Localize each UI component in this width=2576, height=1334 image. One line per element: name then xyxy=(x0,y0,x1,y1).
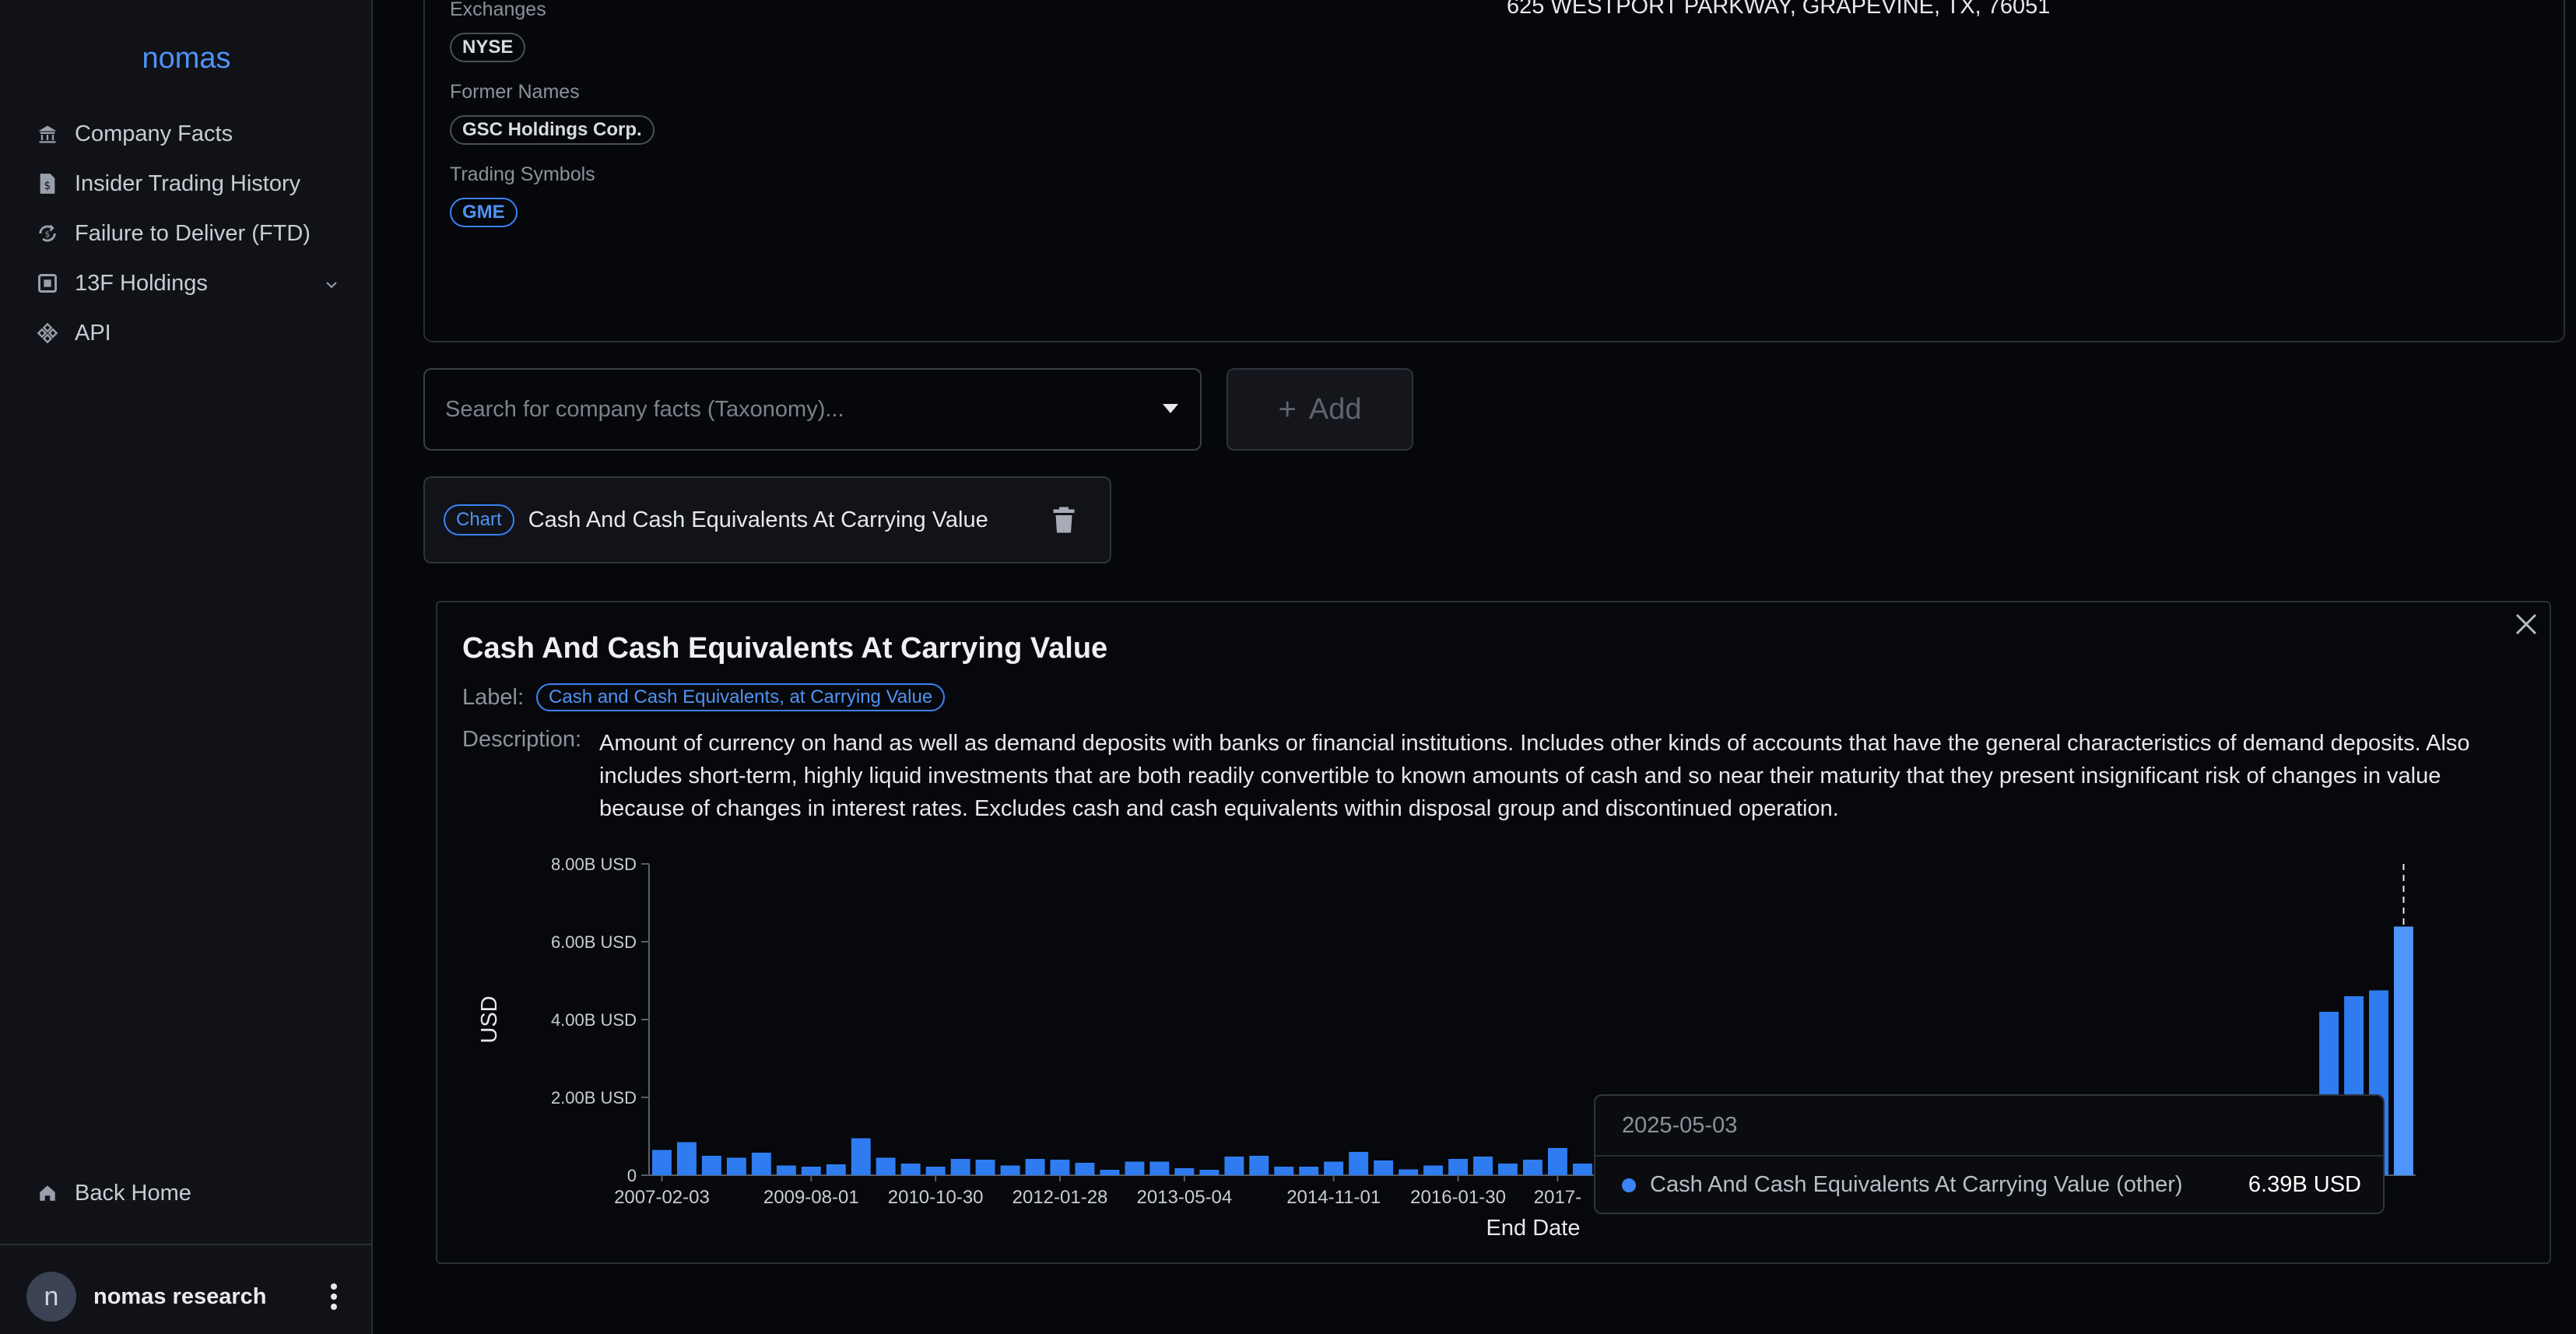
brand-logo[interactable]: nomas xyxy=(0,42,373,75)
sidebar-item-ftd[interactable]: $ Failure to Deliver (FTD) xyxy=(36,209,339,258)
svg-text:$: $ xyxy=(44,180,51,192)
sidebar-item-company-facts[interactable]: Company Facts xyxy=(36,109,339,159)
avatar[interactable]: n xyxy=(26,1272,76,1322)
trading-symbols-label: Trading Symbols xyxy=(450,163,595,185)
description-key: Description: xyxy=(462,727,582,752)
company-info-card xyxy=(423,0,2565,342)
tooltip-value: 6.39B USD xyxy=(2248,1172,2361,1197)
chart-badge: Chart xyxy=(444,504,514,535)
series-dot xyxy=(1622,1178,1636,1192)
sidebar-nav: Company Facts $ Insider Trading History … xyxy=(36,109,339,358)
description-text: Amount of currency on hand as well as de… xyxy=(599,731,2470,821)
sidebar-item-label: Failure to Deliver (FTD) xyxy=(75,220,311,246)
plus-icon: + xyxy=(1278,391,1297,427)
taxonomy-search[interactable] xyxy=(423,368,1202,451)
label-badge: Cash and Cash Equivalents, at Carrying V… xyxy=(536,683,946,711)
home-icon xyxy=(36,1181,59,1205)
sidebar-item-label: 13F Holdings xyxy=(75,270,208,296)
trading-symbol-badge[interactable]: GME xyxy=(450,198,518,227)
sidebar-item-label: Insider Trading History xyxy=(75,170,301,196)
label-key: Label: xyxy=(462,684,525,710)
sidebar-item-insider-trading[interactable]: $ Insider Trading History xyxy=(36,159,339,209)
sidebar: nomas Company Facts $ Insider Trading Hi… xyxy=(0,0,373,1334)
tooltip-divider xyxy=(1595,1155,2383,1157)
chip-title: Cash And Cash Equivalents At Carrying Va… xyxy=(528,507,988,532)
svg-text:$: $ xyxy=(45,230,51,240)
sidebar-divider xyxy=(0,1244,371,1245)
sidebar-item-label: Company Facts xyxy=(75,121,233,146)
exchange-badge: NYSE xyxy=(450,33,526,62)
add-button-label: Add xyxy=(1308,392,1362,426)
company-address: 625 WESTPORT PARKWAY, GRAPEVINE, TX, 760… xyxy=(1507,0,2051,19)
close-icon[interactable] xyxy=(2511,609,2542,640)
tooltip-date: 2025-05-03 xyxy=(1622,1113,1738,1138)
back-home-link[interactable]: Back Home xyxy=(36,1170,191,1216)
panel-title: Cash And Cash Equivalents At Carrying Va… xyxy=(462,632,1108,665)
api-icon xyxy=(36,321,59,345)
user-name: nomas research xyxy=(93,1283,267,1309)
former-names-label: Former Names xyxy=(450,81,580,103)
sidebar-item-13f-holdings[interactable]: 13F Holdings xyxy=(36,258,339,308)
bank-icon xyxy=(36,122,59,146)
trash-icon[interactable] xyxy=(1052,506,1080,537)
exchange-icon: $ xyxy=(36,222,59,245)
add-button[interactable]: + Add xyxy=(1227,368,1413,451)
search-input[interactable] xyxy=(445,396,1114,423)
sidebar-item-api[interactable]: API xyxy=(36,308,339,358)
tooltip-series: Cash And Cash Equivalents At Carrying Va… xyxy=(1650,1172,2183,1197)
frame-icon xyxy=(36,272,59,295)
chart-tooltip: 2025-05-03 Cash And Cash Equivalents At … xyxy=(1594,1094,2385,1214)
dollar-file-icon: $ xyxy=(36,172,59,195)
former-name-badge: GSC Holdings Corp. xyxy=(450,115,655,145)
chevron-down-icon[interactable] xyxy=(324,271,339,297)
sidebar-item-label: API xyxy=(75,320,111,346)
label-row: Label: Cash and Cash Equivalents, at Car… xyxy=(462,683,946,711)
exchanges-label: Exchanges xyxy=(450,0,546,20)
dropdown-caret-icon[interactable] xyxy=(1163,404,1178,413)
selected-fact-chip[interactable]: Chart Cash And Cash Equivalents At Carry… xyxy=(423,476,1111,563)
user-profile[interactable]: n nomas research xyxy=(26,1270,346,1323)
tooltip-row: Cash And Cash Equivalents At Carrying Va… xyxy=(1622,1172,2361,1198)
back-home-label: Back Home xyxy=(75,1180,191,1206)
kebab-menu-icon[interactable] xyxy=(322,1277,346,1316)
